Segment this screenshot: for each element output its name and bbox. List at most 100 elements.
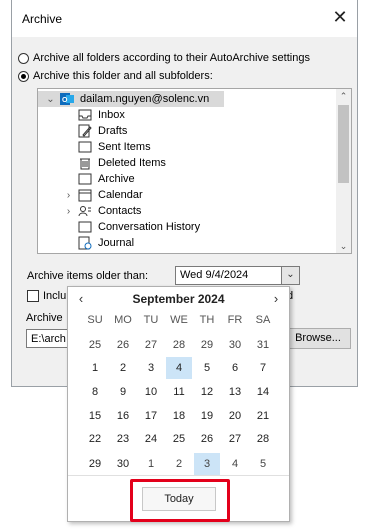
tree-item-label: Calendar <box>98 189 143 201</box>
archive-older-label: Archive items older than: <box>27 270 149 282</box>
calendar-day[interactable]: 15 <box>82 405 108 427</box>
tree-item-drafts[interactable]: Drafts <box>78 123 127 139</box>
calendar-day[interactable]: 25 <box>166 428 192 450</box>
calendar-day[interactable]: 24 <box>138 428 164 450</box>
include-checkbox[interactable] <box>27 290 39 302</box>
calendar-icon <box>78 188 92 202</box>
calendar-day[interactable]: 31 <box>250 334 276 356</box>
expand-chevron-icon[interactable]: › <box>64 190 73 201</box>
calendar-day[interactable]: 29 <box>194 334 220 356</box>
tree-item-conversation-history[interactable]: Conversation History <box>78 219 200 235</box>
calendar-day[interactable]: 4 <box>222 453 248 475</box>
browse-button[interactable]: Browse... <box>285 328 351 349</box>
calendar-day[interactable]: 20 <box>222 405 248 427</box>
calendar-day[interactable]: 29 <box>82 453 108 475</box>
calendar-day[interactable]: 22 <box>82 428 108 450</box>
folder-icon <box>78 220 92 234</box>
today-button-highlight <box>130 479 230 522</box>
calendar-day[interactable]: 6 <box>222 357 248 379</box>
weekday-label: SU <box>87 314 103 326</box>
tree-item-calendar[interactable]: › Calendar <box>64 187 143 203</box>
calendar-day[interactable]: 9 <box>110 381 136 403</box>
tree-item-sent[interactable]: Sent Items <box>78 139 151 155</box>
tree-item-label: Sent Items <box>98 141 151 153</box>
calendar-day[interactable]: 16 <box>110 405 136 427</box>
calendar-day[interactable]: 2 <box>166 453 192 475</box>
close-icon[interactable]: ✕ <box>329 8 351 28</box>
weekday-label: FR <box>227 314 243 326</box>
calendar-month-label: September 2024 <box>132 292 225 306</box>
archive-file-value: E:\arch <box>31 333 66 345</box>
radio-archive-all[interactable]: Archive all folders according to their A… <box>18 50 310 66</box>
calendar-day[interactable]: 28 <box>250 428 276 450</box>
title-bar: Archive ✕ <box>12 0 357 37</box>
tree-item-archive[interactable]: Archive <box>78 171 135 187</box>
calendar-day[interactable]: 5 <box>194 357 220 379</box>
tree-item-label: Conversation History <box>98 221 201 233</box>
folder-tree[interactable]: ⌄ O dailam.nguyen@solenc.vn Inbox Drafts… <box>37 88 352 254</box>
radio-archive-this[interactable]: Archive this folder and all subfolders: <box>18 68 213 84</box>
archive-file-label: Archive <box>26 312 63 324</box>
contacts-icon <box>78 204 92 218</box>
calendar-day[interactable]: 11 <box>166 381 192 403</box>
weekday-label: SA <box>255 314 271 326</box>
chevron-down-icon[interactable]: ⌄ <box>281 267 299 284</box>
dialog-title: Archive <box>22 12 63 26</box>
trash-icon <box>78 156 92 170</box>
calendar-day[interactable]: 8 <box>82 381 108 403</box>
calendar-day[interactable]: 18 <box>166 405 192 427</box>
collapse-chevron-icon[interactable]: ⌄ <box>46 94 55 105</box>
outlook-account-icon: O <box>60 92 74 109</box>
tree-item-contacts[interactable]: › Contacts <box>64 203 142 219</box>
tree-item-deleted[interactable]: Deleted Items <box>78 155 166 171</box>
tree-item-label: Archive <box>98 173 135 185</box>
calendar-day[interactable]: 26 <box>194 428 220 450</box>
calendar-day[interactable]: 3 <box>138 357 164 379</box>
calendar-day[interactable]: 10 <box>138 381 164 403</box>
calendar-day[interactable]: 21 <box>250 405 276 427</box>
inbox-icon <box>78 108 92 122</box>
calendar-header: ‹ September 2024 › <box>68 287 289 311</box>
calendar-day[interactable]: 4 <box>166 357 192 379</box>
calendar-day[interactable]: 3 <box>194 453 220 475</box>
scroll-down-icon[interactable]: ⌄ <box>336 239 351 253</box>
sent-icon <box>78 140 92 154</box>
calendar-day[interactable]: 27 <box>222 428 248 450</box>
archive-date-picker[interactable]: Wed 9/4/2024 ⌄ <box>175 266 300 285</box>
calendar-day[interactable]: 25 <box>82 334 108 356</box>
next-month-icon[interactable]: › <box>267 290 285 308</box>
calendar-day[interactable]: 14 <box>250 381 276 403</box>
expand-chevron-icon[interactable]: › <box>64 206 73 217</box>
calendar-day[interactable]: 13 <box>222 381 248 403</box>
calendar-day[interactable]: 27 <box>138 334 164 356</box>
calendar-day[interactable]: 12 <box>194 381 220 403</box>
calendar-day[interactable]: 1 <box>82 357 108 379</box>
archive-file-input[interactable]: E:\arch <box>26 329 73 348</box>
tree-item-label: Drafts <box>98 125 128 137</box>
calendar-day[interactable]: 2 <box>110 357 136 379</box>
calendar-divider <box>68 475 289 476</box>
weekday-label: TH <box>199 314 215 326</box>
calendar-day[interactable]: 30 <box>222 334 248 356</box>
tree-item-journal[interactable]: Journal <box>78 235 134 251</box>
calendar-day[interactable]: 23 <box>110 428 136 450</box>
calendar-day[interactable]: 17 <box>138 405 164 427</box>
include-label: Inclu <box>43 290 67 302</box>
scroll-up-icon[interactable]: ⌃ <box>336 89 351 103</box>
radio-archive-all-indicator[interactable] <box>18 52 29 64</box>
calendar-day[interactable]: 28 <box>166 334 192 356</box>
calendar-day[interactable]: 7 <box>250 357 276 379</box>
calendar-day[interactable]: 1 <box>138 453 164 475</box>
scroll-thumb[interactable] <box>338 105 349 183</box>
calendar-day[interactable]: 19 <box>194 405 220 427</box>
radio-archive-this-indicator[interactable] <box>18 70 29 82</box>
tree-item-account[interactable]: ⌄ O dailam.nguyen@solenc.vn <box>38 91 224 107</box>
radio-archive-this-label: Archive this folder and all subfolders: <box>33 70 213 82</box>
calendar-day[interactable]: 30 <box>110 453 136 475</box>
tree-item-inbox[interactable]: Inbox <box>78 107 125 123</box>
calendar-day[interactable]: 26 <box>110 334 136 356</box>
drafts-icon <box>78 124 92 138</box>
calendar-day[interactable]: 5 <box>250 453 276 475</box>
tree-scrollbar[interactable]: ⌃ ⌄ <box>336 89 351 253</box>
archive-date-value: Wed 9/4/2024 <box>180 269 249 281</box>
